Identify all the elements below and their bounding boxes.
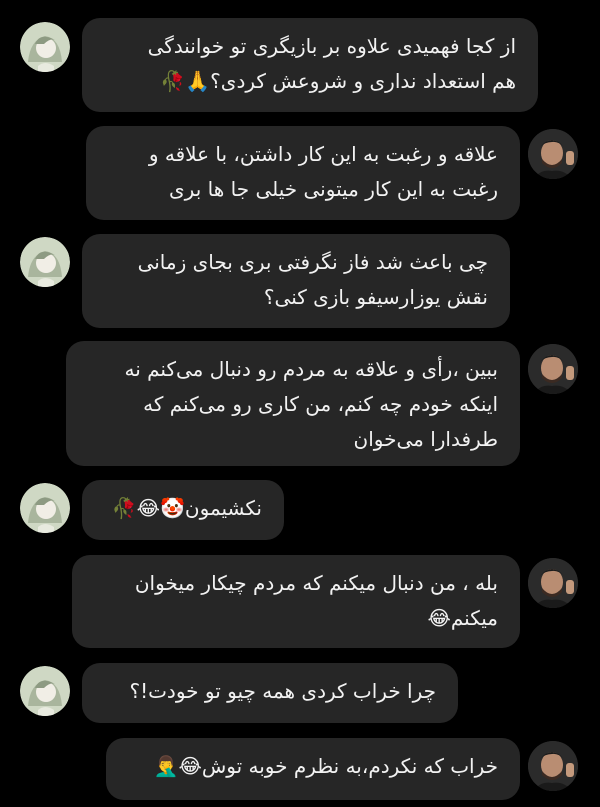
man-portrait-avatar[interactable] [528, 558, 578, 608]
message-bubble[interactable]: علاقه و رغبت به این کار داشتن، با علاقه … [86, 126, 520, 220]
anime-girl-avatar[interactable] [20, 666, 70, 716]
anime-girl-avatar[interactable] [20, 22, 70, 72]
man-portrait-avatar[interactable] [528, 129, 578, 179]
anime-girl-avatar[interactable] [20, 237, 70, 287]
message-bubble[interactable]: نکشیمون🤡😂🥀 [82, 480, 284, 540]
message-bubble[interactable]: بله ، من دنبال میکنم که مردم چیکار میخوا… [72, 555, 520, 648]
message-bubble[interactable]: خراب که نکردم،به نظرم خوبه توش😂🤦‍♂️ [106, 738, 520, 800]
message-bubble[interactable]: ببین ،رأی و علاقه به مردم رو دنبال می‌کن… [66, 341, 520, 466]
man-portrait-avatar[interactable] [528, 741, 578, 791]
man-portrait-avatar[interactable] [528, 344, 578, 394]
anime-girl-avatar[interactable] [20, 483, 70, 533]
message-bubble[interactable]: چی باعث شد فاز نگرفتی بری بجای زمانی نقش… [82, 234, 510, 328]
message-bubble[interactable]: چرا خراب کردی همه چیو تو خودت!؟ [82, 663, 458, 723]
message-bubble[interactable]: از کجا فهمیدی علاوه بر بازیگری تو خوانند… [82, 18, 538, 112]
